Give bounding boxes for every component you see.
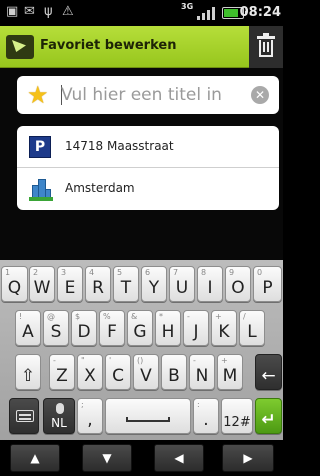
star-icon: ★ [27, 81, 49, 109]
key-m[interactable]: + M [217, 354, 243, 390]
list-item-label: Amsterdam [65, 181, 135, 195]
key-z[interactable]: -Z [49, 354, 75, 390]
network-3g-icon: 3G [181, 2, 194, 11]
keyboard-settings-key[interactable] [9, 398, 39, 434]
key-q[interactable]: 1Q [1, 266, 28, 302]
key-i[interactable]: 8I [197, 266, 223, 302]
title-input[interactable] [61, 84, 246, 106]
status-bar: ▣ ✉ ψ ⚠ 3G 08:24 [0, 0, 283, 26]
shift-key[interactable]: ⇧ [15, 354, 41, 390]
action-bar: Favoriet bewerken [0, 26, 283, 68]
enter-icon: ↵ [261, 410, 276, 430]
key-p[interactable]: 0P [253, 266, 282, 302]
location-list: P 14718 Maasstraat Amsterdam [17, 126, 279, 210]
comma-key[interactable]: ;, [77, 398, 103, 434]
list-item-label: 14718 Maasstraat [65, 139, 174, 153]
nav-up-button[interactable]: ▲ [10, 444, 60, 472]
sim-icon: ▣ [6, 4, 19, 19]
list-item[interactable]: Amsterdam [17, 168, 279, 210]
key-j[interactable]: -J [183, 310, 209, 346]
city-buildings-icon [29, 177, 53, 201]
symbols-key[interactable]: 12# [221, 398, 253, 434]
key-s[interactable]: @ S [43, 310, 69, 346]
enter-key[interactable]: ↵ [255, 398, 282, 434]
trash-icon [257, 33, 275, 39]
page-title: Favoriet bewerken [40, 38, 177, 53]
backspace-icon: ← [261, 366, 276, 386]
period-key[interactable]: :. [193, 398, 219, 434]
arrow-right-icon: ▶ [243, 451, 253, 465]
microphone-icon [56, 403, 64, 414]
key-a[interactable]: ! A [15, 310, 41, 346]
key-o[interactable]: 9O [225, 266, 251, 302]
clear-x-icon[interactable]: ✕ [251, 86, 269, 104]
arrow-down-icon: ▼ [102, 451, 112, 465]
backspace-key[interactable]: ← [255, 354, 282, 390]
key-k[interactable]: + K [211, 310, 237, 346]
key-d[interactable]: $ D [71, 310, 97, 346]
parking-icon: P [29, 136, 51, 158]
nav-down-button[interactable]: ▼ [82, 444, 132, 472]
status-time: 08:24 [239, 5, 281, 20]
keyboard-icon [16, 410, 34, 422]
key-e[interactable]: 3E [57, 266, 83, 302]
arrow-up-icon: ▲ [30, 451, 40, 465]
space-icon [126, 417, 170, 422]
key-u[interactable]: 7U [169, 266, 195, 302]
key-l[interactable]: / L [239, 310, 265, 346]
navigation-arrow-icon[interactable] [6, 35, 34, 59]
key-t[interactable]: 5T [113, 266, 139, 302]
nav-right-button[interactable]: ▶ [222, 444, 274, 472]
key-x[interactable]: " X [77, 354, 103, 390]
nav-left-button[interactable]: ◀ [154, 444, 204, 472]
signal-icon [195, 6, 217, 20]
voice-input-key[interactable]: NL [43, 398, 75, 434]
key-y[interactable]: 6Y [141, 266, 167, 302]
key-g[interactable]: & G [127, 310, 153, 346]
key-v[interactable]: () V [133, 354, 159, 390]
key-r[interactable]: 4R [85, 266, 111, 302]
warning-icon: ⚠ [62, 4, 74, 19]
key-c[interactable]: ' C [105, 354, 131, 390]
key-h[interactable]: * H [155, 310, 181, 346]
list-item[interactable]: P 14718 Maasstraat [17, 126, 279, 168]
space-key[interactable] [105, 398, 191, 434]
arrow-left-icon: ◀ [174, 451, 184, 465]
edit-favorite-panel: ★ ✕ P 14718 Maasstraat Amsterdam [0, 68, 283, 260]
key-n[interactable]: -N [189, 354, 215, 390]
shift-icon: ⇧ [20, 366, 36, 386]
navigation-bar: ▲ ▼ ◀ ▶ [0, 440, 283, 476]
key-b[interactable]: B [161, 354, 187, 390]
delete-button[interactable] [249, 26, 283, 68]
title-field[interactable]: ★ ✕ [17, 76, 279, 114]
usb-icon: ψ [44, 4, 53, 19]
key-f[interactable]: % F [99, 310, 125, 346]
mail-icon: ✉ [24, 4, 35, 19]
key-w[interactable]: 2W [29, 266, 55, 302]
